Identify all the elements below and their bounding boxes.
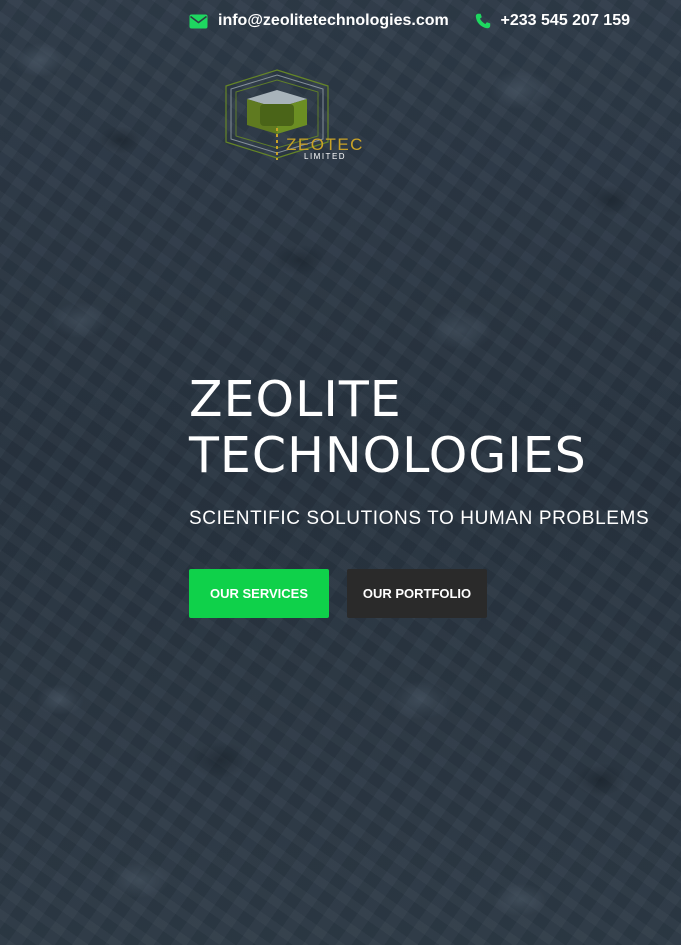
hero-buttons: OUR SERVICES OUR PORTFOLIO [189, 569, 487, 618]
hero-section: ZEOLITE TECHNOLOGIES SCIENTIFIC SOLUTION… [189, 372, 661, 530]
our-services-button[interactable]: OUR SERVICES [189, 569, 329, 618]
phone-contact[interactable]: +233 545 207 159 [475, 12, 630, 30]
hero-title: ZEOLITE TECHNOLOGIES [189, 371, 587, 484]
phone-icon [475, 13, 490, 29]
logo-tagline: LIMITED [304, 152, 346, 161]
email-contact[interactable]: info@zeolitetechnologies.com [189, 12, 449, 30]
zeotec-logo[interactable]: ZEOTEC LIMITED [200, 68, 385, 164]
our-portfolio-button[interactable]: OUR PORTFOLIO [347, 569, 487, 618]
envelope-icon [189, 14, 208, 28]
top-contact-bar: info@zeolitetechnologies.com +233 545 20… [189, 8, 630, 34]
hero-subtitle: SCIENTIFIC SOLUTIONS TO HUMAN PROBLEMS [189, 508, 650, 529]
phone-link[interactable]: +233 545 207 159 [501, 12, 630, 30]
email-link[interactable]: info@zeolitetechnologies.com [218, 12, 449, 30]
